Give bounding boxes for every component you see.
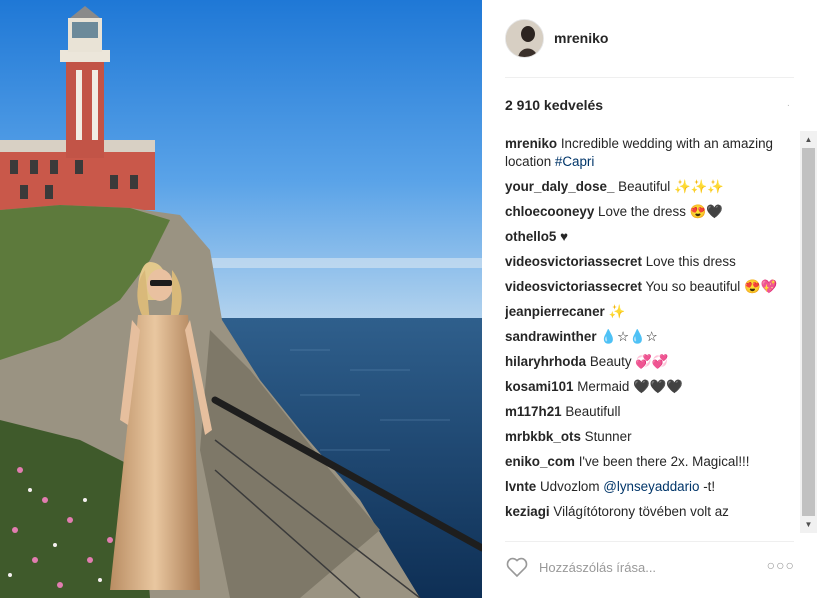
comment-text: I've been there 2x. Magical!!! (578, 454, 750, 469)
post-image (0, 0, 482, 598)
scroll-down-arrow-icon[interactable]: ▼ (800, 516, 817, 533)
comment-username[interactable]: hilaryhrhoda (505, 354, 586, 369)
comment-text: ✨ (608, 304, 626, 319)
comment-username[interactable]: your_daly_dose_ (505, 179, 614, 194)
comment-username[interactable]: mreniko (505, 136, 557, 151)
comment-item: chloecooneyy Love the dress 😍🖤 (505, 203, 795, 221)
comment-input[interactable] (539, 559, 739, 575)
heart-outline-icon[interactable] (505, 555, 529, 579)
comment-item: kosami101 Mermaid 🖤🖤🖤 (505, 378, 795, 396)
post-side-panel: mreniko 2 910 kedvelés . mreniko Incredi… (482, 0, 817, 598)
comment-username[interactable]: m117h21 (505, 404, 562, 419)
comment-item: m117h21 Beautifull (505, 403, 795, 421)
likes-dot: . (787, 98, 790, 109)
avatar[interactable] (505, 18, 544, 58)
comment-username[interactable]: jeanpierrecaner (505, 304, 605, 319)
post-username[interactable]: mreniko (554, 30, 608, 46)
comment-item: eniko_com I've been there 2x. Magical!!! (505, 453, 795, 471)
comment-item: your_daly_dose_ Beautiful ✨✨✨ (505, 178, 795, 196)
comment-text: Beauty 💞💞 (589, 354, 669, 369)
comment-username[interactable]: kosami101 (505, 379, 574, 394)
comment-username[interactable]: lvnte (505, 479, 536, 494)
comment-text: Mermaid 🖤🖤🖤 (577, 379, 684, 394)
comment-username[interactable]: eniko_com (505, 454, 575, 469)
comment-item: othello5 ♥ (505, 228, 795, 246)
comment-username[interactable]: sandrawinther (505, 329, 597, 344)
scroll-thumb[interactable] (802, 148, 815, 516)
comment-tag-link[interactable]: @lynseyaddario (603, 479, 699, 494)
more-options-icon[interactable]: ○○○ (767, 557, 795, 573)
comment-text: Beautiful ✨✨✨ (618, 179, 725, 194)
comment-username[interactable]: videosvictoriassecret (505, 279, 642, 294)
comment-text: Love this dress (645, 254, 736, 269)
likes-count[interactable]: 2 910 kedvelés (505, 97, 603, 113)
comment-text: Világítótorony tövében volt az (553, 504, 729, 519)
comment-username[interactable]: othello5 (505, 229, 556, 244)
scroll-up-arrow-icon[interactable]: ▲ (800, 131, 817, 148)
comment-item: mrbkbk_ots Stunner (505, 428, 795, 446)
comments-list: mreniko Incredible wedding with an amazi… (505, 135, 795, 534)
post-photo[interactable] (0, 0, 482, 598)
comment-item: lvnte Udvozlom @lynseyaddario -t! (505, 478, 795, 496)
comment-text-after: -t! (699, 479, 716, 494)
comment-item: hilaryhrhoda Beauty 💞💞 (505, 353, 795, 371)
comment-text: ♥ (560, 229, 569, 244)
avatar-image (506, 19, 543, 57)
comment-tag-link[interactable]: #Capri (555, 154, 594, 169)
comment-text: You so beautiful 😍💖 (645, 279, 778, 294)
comment-item: jeanpierrecaner ✨ (505, 303, 795, 321)
comment-text: Stunner (584, 429, 632, 444)
comment-item: keziagi Világítótorony tövében volt az (505, 503, 795, 521)
post-header: mreniko (505, 17, 608, 59)
comment-username[interactable]: videosvictoriassecret (505, 254, 642, 269)
comment-username[interactable]: mrbkbk_ots (505, 429, 581, 444)
post-footer: ○○○ (505, 552, 795, 582)
comment-username[interactable]: keziagi (505, 504, 550, 519)
comment-text: Udvozlom (540, 479, 604, 494)
comment-username[interactable]: chloecooneyy (505, 204, 594, 219)
comment-text: 💧☆💧☆ (600, 329, 658, 344)
comment-text: Beautifull (565, 404, 621, 419)
comment-text: Love the dress 😍🖤 (598, 204, 723, 219)
comment-item: mreniko Incredible wedding with an amazi… (505, 135, 795, 171)
comment-item: videosvictoriassecret You so beautiful 😍… (505, 278, 795, 296)
comment-item: sandrawinther 💧☆💧☆ (505, 328, 795, 346)
comments-scrollbar[interactable]: ▲ ▼ (800, 131, 817, 533)
footer-divider (505, 541, 794, 542)
header-divider (505, 77, 794, 78)
comment-item: videosvictoriassecret Love this dress (505, 253, 795, 271)
